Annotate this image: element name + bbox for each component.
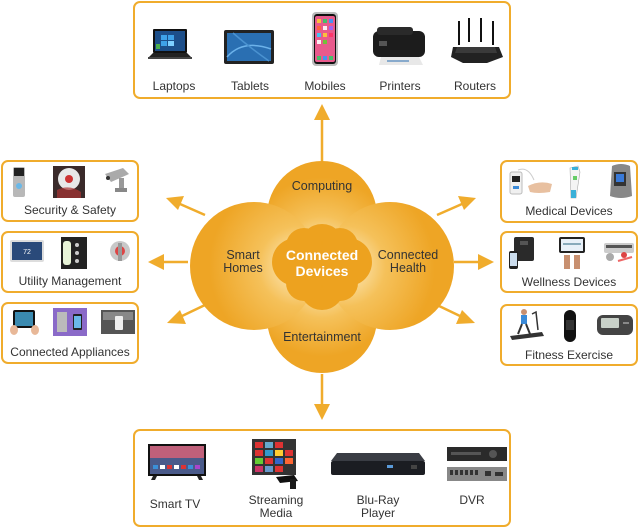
smoke-detector-icon: [53, 166, 85, 198]
petal-label-smart-homes: Smart Homes: [213, 249, 273, 275]
fitness-exercise-panel: Fitness Exercise: [500, 304, 638, 366]
smart-meter-icon: [61, 237, 87, 269]
fitness-band-icon: [564, 310, 576, 342]
petal-label-entertainment: Entertainment: [283, 330, 361, 344]
pulse-oximeter-icon: [509, 168, 552, 195]
thermostat-icon: 72: [10, 240, 44, 262]
arrow-lower-left-head: [167, 310, 186, 324]
arrow-up-head: [314, 104, 330, 120]
label-blu-ray-player: Blu-Ray Player: [338, 494, 418, 520]
security-camera-icon: [105, 168, 129, 192]
blu-ray-player-icon: [331, 453, 425, 475]
entertainment-devices-panel: Smart TV Streaming Media Blu-Ray Player …: [133, 429, 511, 527]
fridge-phone-icon: [53, 308, 87, 336]
sleep-monitor-icon: [604, 243, 634, 262]
arrow-lower-right-head: [456, 310, 475, 324]
bp-cuff-icon: [610, 164, 632, 198]
arrow-right-head: [478, 254, 494, 270]
svg-text:72: 72: [23, 249, 31, 256]
printer-icon: [373, 27, 425, 65]
tablet-control-icon: [10, 310, 39, 335]
video-doorbell-icon: [13, 167, 25, 197]
kitchen-phone-icon: [101, 310, 135, 334]
smart-tv-icon: [148, 444, 206, 480]
medical-devices-panel: Medical Devices: [500, 160, 638, 223]
label-printers: Printers: [379, 79, 421, 93]
smart-scale-icon: [509, 237, 534, 269]
laptop-icon: [148, 29, 192, 59]
petal-label-computing: Computing: [291, 179, 353, 193]
mobile-phone-icon: [312, 12, 338, 66]
arrow-lower-right: [436, 303, 461, 318]
label-fitness-exercise: Fitness Exercise: [524, 348, 614, 362]
phone-app-icon: [559, 237, 585, 269]
label-laptops: Laptops: [152, 79, 196, 93]
security-safety-panel: Security & Safety: [1, 160, 139, 222]
treadmill-icon: [510, 309, 544, 340]
pedometer-icon: [597, 315, 633, 335]
router-icon: [451, 18, 503, 63]
label-blu-ray-player-line2: Player: [360, 506, 395, 520]
utility-management-panel: 72 Utility Management: [1, 231, 139, 293]
label-wellness-devices: Wellness Devices: [521, 275, 617, 289]
center-title-line1: Connected: [285, 247, 359, 263]
arrow-upper-right: [436, 202, 463, 217]
arrow-left-head: [148, 254, 164, 270]
sprinkler-icon: [110, 241, 130, 261]
label-streaming-media-line2: Media: [259, 506, 293, 520]
arrow-upper-left: [179, 202, 206, 217]
label-smart-tv: Smart TV: [149, 497, 201, 511]
arrow-upper-left-head: [166, 196, 184, 210]
petal-label-connected-health-line2: Health: [389, 261, 427, 275]
label-utility-management: Utility Management: [18, 274, 122, 288]
arrow-upper-right-head: [458, 196, 476, 210]
arrow-down-head: [314, 404, 330, 420]
label-dvr: DVR: [459, 493, 485, 507]
center-title-line2: Devices: [295, 263, 349, 279]
streaming-media-icon: [252, 439, 298, 489]
connected-appliances-panel: Connected Appliances: [1, 302, 139, 364]
dvr-icon: [447, 447, 507, 481]
petal-label-connected-health: Connected Health: [373, 249, 443, 275]
label-security-safety: Security & Safety: [23, 203, 117, 217]
center-title: Connected Devices: [277, 247, 367, 279]
thermometer-icon: [569, 165, 581, 199]
label-connected-appliances: Connected Appliances: [10, 345, 130, 359]
arrow-lower-left: [181, 303, 206, 318]
label-medical-devices: Medical Devices: [525, 204, 613, 218]
petal-label-smart-homes-line2: Homes: [223, 261, 263, 275]
wellness-devices-panel: Wellness Devices: [500, 231, 638, 293]
computing-devices-panel: Laptops Tablets Mobiles Printers Routers: [133, 1, 511, 99]
tablet-icon: [224, 30, 274, 64]
label-tablets: Tablets: [230, 79, 270, 93]
label-streaming-media: Streaming Media: [236, 494, 316, 520]
label-mobiles: Mobiles: [304, 79, 346, 93]
label-routers: Routers: [453, 79, 497, 93]
